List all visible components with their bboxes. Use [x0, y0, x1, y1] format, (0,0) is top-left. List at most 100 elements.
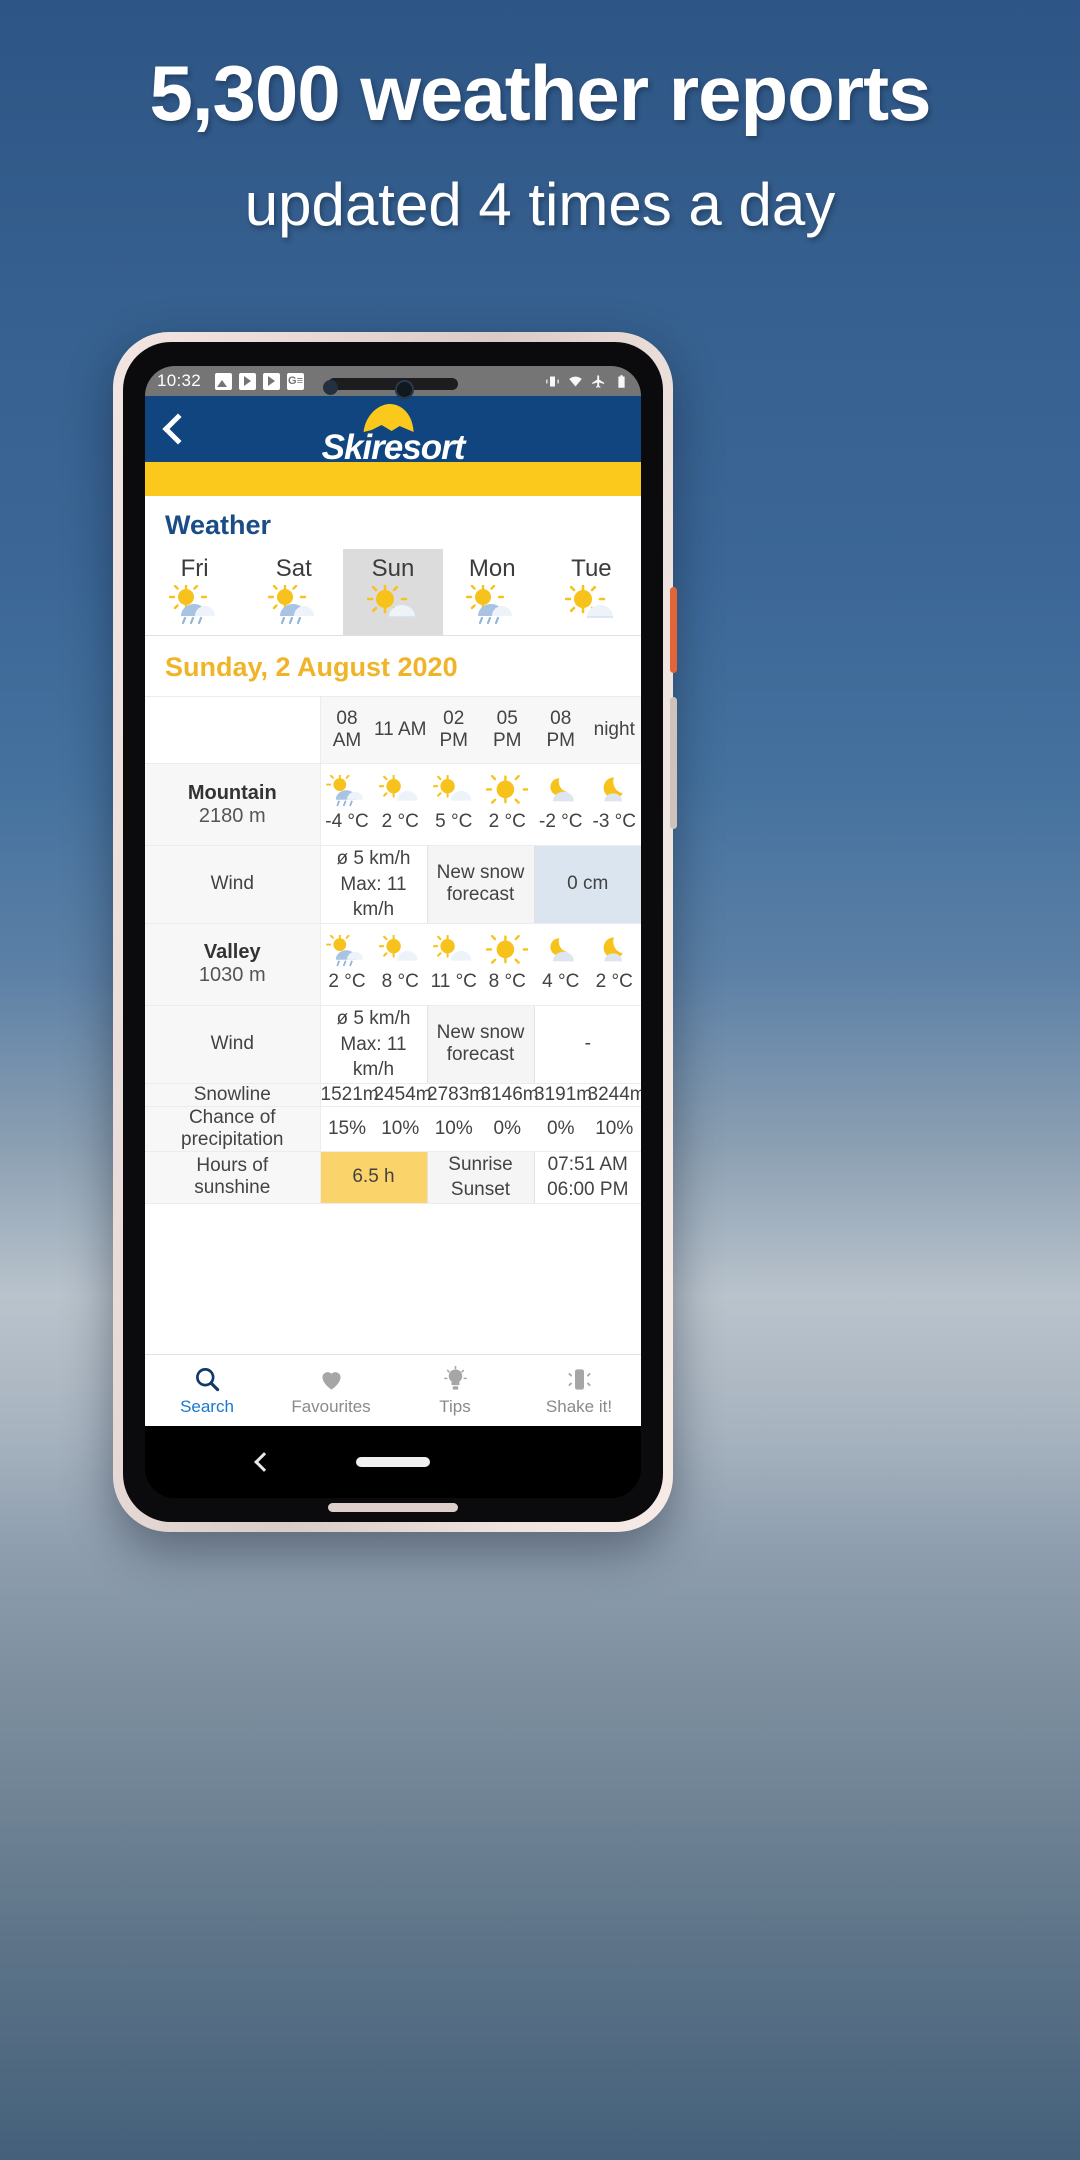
time-slot: 08 PM — [534, 697, 588, 764]
day-tab-fri[interactable]: Fri — [145, 549, 244, 635]
nav-label: Shake it! — [545, 1397, 613, 1416]
android-home-pill[interactable] — [356, 1457, 430, 1467]
day-tab-label: Sat — [275, 555, 312, 582]
valley-new-snow-label: New snow forecast — [426, 1004, 535, 1084]
day-tab-sun[interactable]: Sun — [343, 549, 443, 635]
volume-button[interactable] — [670, 697, 677, 829]
day-tab-label: Fri — [180, 555, 209, 582]
back-button[interactable] — [162, 413, 194, 445]
mountain-new-snow-value: 0 cm — [534, 845, 641, 924]
mountain-label-cell: Mountain 2180 m — [145, 763, 321, 846]
valley-temp: 8 °C — [488, 970, 526, 992]
valley-wind-label: Wind — [145, 1005, 321, 1084]
sun-cloud-rain-icon — [321, 934, 374, 968]
wind-max: Max: 11 km/h — [340, 873, 407, 921]
vibrate-icon — [546, 376, 559, 386]
valley-slot: 2 °C — [320, 923, 374, 1006]
shake-icon — [566, 1364, 593, 1394]
sun-cloud-icon — [374, 934, 428, 968]
day-tab-sat[interactable]: Sat — [244, 549, 343, 635]
sun-cloud-icon — [427, 774, 481, 808]
valley-label: Valley — [203, 941, 261, 964]
mountain-temp: -2 °C — [539, 811, 583, 832]
promo-subheadline: updated 4 times a day — [244, 171, 836, 238]
mountain-slot: 5 °C — [427, 763, 481, 846]
sun-cloud-rain-icon — [443, 583, 542, 627]
moon-cloud-icon — [588, 774, 642, 808]
sunshine-label: Hours of sunshine — [145, 1151, 321, 1205]
sun-cloud-icon — [343, 583, 442, 627]
day-tab-mon[interactable]: Mon — [443, 549, 542, 635]
valley-altitude: 1030 m — [198, 964, 266, 987]
sun-cloud-icon — [374, 774, 428, 808]
day-tab-label: Mon — [468, 555, 516, 582]
mountain-wind-label: Wind — [145, 845, 321, 924]
day-tab-label: Tue — [571, 555, 612, 582]
mountain-temp: 5 °C — [435, 811, 473, 832]
bottom-navigation: Search Favourites Tips Shake it! — [145, 1354, 641, 1426]
moon-cloud-icon — [588, 934, 642, 968]
time-header-row: 08 AM 11 AM 02 PM 05 PM 08 PM night — [145, 697, 641, 764]
snowline-value: 2783m — [427, 1083, 486, 1107]
nav-label: Search — [180, 1397, 234, 1416]
snowline-row: Snowline 1521m 2454m 2783m 3146m 3191m 3… — [145, 1083, 641, 1107]
day-tab-label: Sun — [371, 555, 415, 582]
android-back-button[interactable] — [254, 1452, 274, 1472]
valley-wind-row: Wind ø 5 km/h Max: 11 km/h New snow fore… — [145, 1004, 641, 1084]
google-news-icon: G≡ — [287, 372, 305, 390]
mountain-temp: 2 °C — [381, 811, 419, 832]
snowline-label: Snowline — [145, 1083, 321, 1107]
sun-cloud-rain-icon — [244, 583, 343, 627]
weather-table: 08 AM 11 AM 02 PM 05 PM 08 PM night Moun… — [145, 697, 642, 1205]
heart-icon — [318, 1364, 345, 1394]
valley-temp: 4 °C — [542, 970, 580, 992]
mountain-temp: -4 °C — [325, 811, 369, 832]
mountain-temp: 2 °C — [488, 811, 526, 832]
page-title: Weather — [165, 510, 272, 540]
valley-slot: 4 °C — [534, 923, 588, 1006]
wind-average: ø 5 km/h — [336, 1007, 411, 1029]
snowline-value: 2454m — [373, 1083, 432, 1107]
moon-cloud-icon — [534, 774, 588, 808]
sun-cloud-rain-icon — [321, 774, 374, 808]
phone-bezel: 10:32 G≡ Skiresort Weather Fri Sat Sun M… — [123, 342, 663, 1522]
power-button[interactable] — [670, 587, 677, 673]
status-time: 10:32 — [157, 371, 202, 390]
time-slot: 05 PM — [480, 697, 534, 764]
wind-max: Max: 11 km/h — [340, 1033, 407, 1081]
time-slot: night — [587, 697, 641, 764]
sensor-icon — [323, 380, 338, 395]
nav-item-favourites[interactable]: Favourites — [269, 1355, 393, 1426]
valley-label-cell: Valley 1030 m — [145, 923, 321, 1006]
mountain-label: Mountain — [187, 781, 277, 804]
sunrise-time: 07:51 AM — [547, 1153, 628, 1175]
mountain-wind-row: Wind ø 5 km/h Max: 11 km/h New snow fore… — [145, 845, 641, 924]
snowline-value: 3244m — [587, 1083, 641, 1107]
valley-slot: 8 °C — [480, 923, 534, 1006]
nav-item-shake-it[interactable]: Shake it! — [517, 1355, 641, 1426]
front-camera-icon — [395, 380, 414, 399]
mountain-altitude: 2180 m — [198, 804, 266, 827]
day-tab-tue[interactable]: Tue — [542, 549, 641, 635]
wifi-icon — [569, 376, 582, 386]
sunset-label: Sunset — [450, 1179, 511, 1201]
time-slot: 08 AM — [320, 697, 374, 764]
nav-item-search[interactable]: Search — [145, 1355, 269, 1426]
phone-screen: 10:32 G≡ Skiresort Weather Fri Sat Sun M… — [145, 366, 641, 1498]
valley-temp: 2 °C — [595, 970, 633, 992]
app-logo[interactable]: Skiresort — [322, 404, 465, 468]
nav-item-tips[interactable]: Tips — [393, 1355, 517, 1426]
valley-row: Valley 1030 m 2 °C 8 °C 11 °C 8 °C 4 °C … — [145, 923, 642, 1006]
valley-new-snow-value: - — [534, 1005, 641, 1084]
android-nav-bar — [145, 1426, 641, 1498]
phone-body: 10:32 G≡ Skiresort Weather Fri Sat Sun M… — [113, 332, 677, 1532]
precipitation-value: 0% — [534, 1106, 588, 1152]
earpiece-speaker — [328, 378, 458, 390]
nav-label: Favourites — [291, 1397, 371, 1416]
valley-slot: 2 °C — [587, 923, 642, 1006]
snowline-value: 3146m — [480, 1083, 539, 1107]
sunrise-sunset-times: 07:51 AM 06:00 PM — [534, 1151, 641, 1205]
valley-temp: 2 °C — [328, 970, 366, 992]
precipitation-label-line2: precipitation — [181, 1128, 284, 1150]
sun-cloud-icon — [542, 583, 641, 627]
